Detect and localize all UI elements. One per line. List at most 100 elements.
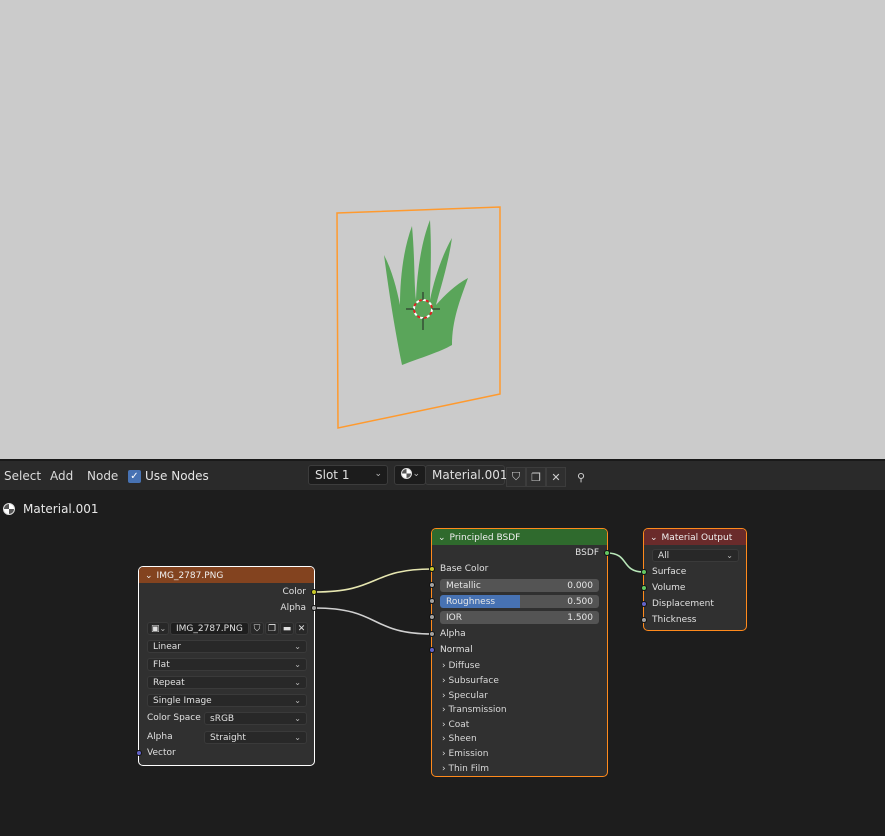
panel-diffuse-label: Diffuse: [448, 661, 481, 671]
image-icon: ▣: [151, 623, 160, 634]
displacement-label: Displacement: [652, 599, 714, 609]
material-output-node[interactable]: ⌄ Material Output All ⌄ Surface Volume Di…: [641, 529, 746, 630]
material-sphere-icon: [3, 503, 15, 515]
collapse-chevron-icon[interactable]: ⌄: [650, 533, 658, 543]
ior-field[interactable]: IOR 1.500: [440, 611, 599, 624]
interpolation-value: Linear: [153, 641, 181, 652]
alpha-mode-label: Alpha: [147, 732, 173, 742]
panel-thin-film[interactable]: › Thin Film: [442, 764, 489, 774]
bsdf-node-header[interactable]: ⌄ Principled BSDF: [432, 529, 607, 545]
menu-add[interactable]: Add: [50, 469, 73, 483]
slot-dropdown[interactable]: Slot 1 ⌄: [308, 465, 388, 485]
chevron-down-icon: ⌄: [374, 469, 382, 479]
socket-metallic-input[interactable]: [429, 582, 435, 588]
volume-label: Volume: [652, 583, 686, 593]
image-node-title: IMG_2787.PNG: [156, 571, 224, 581]
link-color-basecolor: [314, 568, 433, 593]
unlink-material-close-icon[interactable]: ✕: [546, 467, 566, 487]
chevron-down-icon: ⌄: [294, 714, 301, 723]
use-nodes-toggle[interactable]: ✓ Use Nodes: [128, 469, 209, 483]
image-duplicate-icon[interactable]: ❐: [265, 622, 279, 635]
image-node-header[interactable]: ⌄ IMG_2787.PNG: [139, 567, 314, 583]
output-alpha-row: Alpha: [139, 601, 314, 615]
output-color-label: Color: [282, 587, 307, 597]
image-browse-button[interactable]: ▣ ⌄: [147, 622, 169, 635]
alpha-mode-dropdown[interactable]: Straight ⌄: [204, 731, 307, 744]
grass-texture: [384, 220, 468, 365]
socket-ior-input[interactable]: [429, 614, 435, 620]
metallic-field[interactable]: Metallic 0.000: [440, 579, 599, 592]
socket-bsdf-output[interactable]: [604, 550, 610, 556]
extension-dropdown[interactable]: Repeat ⌄: [147, 676, 307, 689]
panel-diffuse[interactable]: › Diffuse: [442, 661, 480, 671]
panel-emission[interactable]: › Emission: [442, 749, 489, 759]
chevron-down-icon: ⌄: [726, 551, 733, 560]
output-target-dropdown[interactable]: All ⌄: [652, 549, 739, 562]
material-name-field[interactable]: Material.001: [425, 465, 508, 485]
source-dropdown[interactable]: Single Image ⌄: [147, 694, 307, 707]
panel-coat-label: Coat: [448, 720, 470, 730]
viewport-canvas: [336, 206, 501, 429]
chevron-down-icon: ⌄: [412, 469, 420, 479]
interpolation-dropdown[interactable]: Linear ⌄: [147, 640, 307, 653]
output-node-header[interactable]: ⌄ Material Output: [644, 529, 746, 545]
node-editor-canvas[interactable]: Material.001 ⌄ IMG_2787.PNG Color Alpha …: [0, 490, 885, 836]
image-unlink-close-icon[interactable]: ✕: [295, 622, 308, 635]
chevron-down-icon: ⌄: [159, 624, 167, 633]
editor-material-label: Material.001: [3, 502, 98, 516]
editor-material-name: Material.001: [23, 502, 99, 516]
duplicate-material-icon[interactable]: ❐: [526, 467, 546, 487]
panel-sheen[interactable]: › Sheen: [442, 734, 477, 744]
image-fake-user-icon[interactable]: ⛉: [250, 622, 264, 635]
chevron-down-icon: ⌄: [294, 678, 301, 687]
image-name-field[interactable]: IMG_2787.PNG: [170, 622, 249, 635]
link-bsdf-surface: [606, 552, 645, 573]
panel-coat[interactable]: › Coat: [442, 720, 469, 730]
material-name: Material.001: [432, 468, 508, 482]
output-target-value: All: [658, 550, 670, 561]
checkbox-checked-icon[interactable]: ✓: [128, 469, 141, 483]
thickness-row: Thickness: [644, 613, 746, 627]
menu-node[interactable]: Node: [87, 469, 118, 483]
panel-transmission[interactable]: › Transmission: [442, 705, 507, 715]
color-space-label: Color Space: [147, 713, 201, 723]
projection-dropdown[interactable]: Flat ⌄: [147, 658, 307, 671]
panel-emission-label: Emission: [448, 749, 489, 759]
socket-roughness-input[interactable]: [429, 598, 435, 604]
image-texture-node[interactable]: ⌄ IMG_2787.PNG Color Alpha ▣ ⌄ IMG_2787.P…: [136, 567, 317, 765]
panel-subsurface-label: Subsurface: [448, 676, 499, 686]
3d-viewport[interactable]: [0, 0, 885, 459]
roughness-slider[interactable]: Roughness 0.500: [440, 595, 599, 608]
roughness-label: Roughness: [446, 596, 496, 607]
menu-select[interactable]: Select: [4, 469, 41, 483]
fake-user-shield-icon[interactable]: ⛉: [506, 467, 526, 487]
volume-row: Volume: [644, 581, 746, 595]
socket-color-output[interactable]: [311, 589, 317, 595]
socket-alpha-output[interactable]: [311, 605, 317, 611]
output-color-row: Color: [139, 585, 314, 599]
color-space-dropdown[interactable]: sRGB ⌄: [204, 712, 307, 725]
panel-subsurface[interactable]: › Subsurface: [442, 676, 499, 686]
output-alpha-label: Alpha: [280, 603, 306, 613]
surface-row: Surface: [644, 565, 746, 579]
normal-input-row: Normal: [432, 643, 607, 657]
source-value: Single Image: [153, 695, 212, 706]
thickness-label: Thickness: [652, 615, 697, 625]
collapse-chevron-icon[interactable]: ⌄: [438, 533, 446, 543]
metallic-value: 0.000: [567, 580, 593, 591]
chevron-down-icon: ⌄: [294, 733, 301, 742]
metallic-label: Metallic: [446, 580, 481, 591]
socket-vector-input[interactable]: [136, 750, 142, 756]
alpha-input-label: Alpha: [440, 629, 466, 639]
image-open-folder-icon[interactable]: ▬: [280, 622, 294, 635]
use-nodes-label: Use Nodes: [145, 469, 209, 483]
collapse-chevron-icon[interactable]: ⌄: [145, 571, 153, 581]
chevron-down-icon: ⌄: [294, 660, 301, 669]
pin-icon[interactable]: ⚲: [571, 467, 591, 487]
panel-specular[interactable]: › Specular: [442, 691, 488, 701]
image-name: IMG_2787.PNG: [176, 623, 243, 634]
slot-value: Slot 1: [315, 468, 350, 482]
material-browse-button[interactable]: ⌄: [394, 465, 426, 485]
principled-bsdf-node[interactable]: ⌄ Principled BSDF BSDF Base Color Metall…: [429, 529, 610, 776]
base-color-row: Base Color: [432, 562, 607, 576]
